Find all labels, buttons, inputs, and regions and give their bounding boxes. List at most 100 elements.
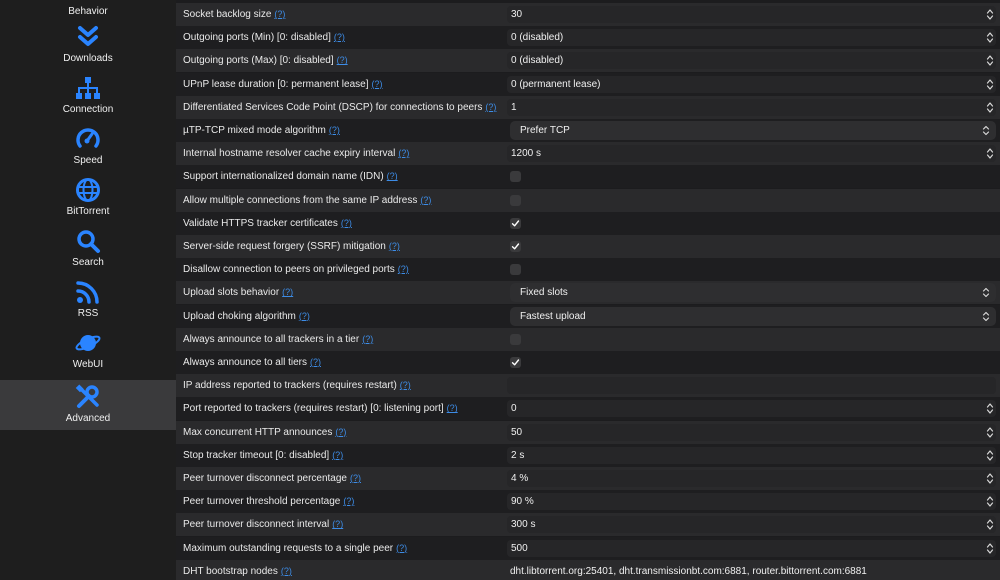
help-link[interactable]: (?) bbox=[329, 125, 340, 135]
help-link[interactable]: (?) bbox=[299, 311, 310, 321]
sidebar-item-speed[interactable]: Speed bbox=[0, 126, 176, 172]
spinbox-value: 90 % bbox=[511, 496, 534, 508]
help-link[interactable]: (?) bbox=[398, 148, 409, 158]
help-link[interactable]: (?) bbox=[282, 287, 293, 297]
sidebar-item-rss[interactable]: RSS bbox=[0, 279, 176, 325]
settings-row: µTP-TCP mixed mode algorithm (?) Prefer TC… bbox=[176, 119, 1000, 142]
setting-checkbox[interactable] bbox=[510, 241, 521, 252]
spinbox-field[interactable]: 50 bbox=[507, 423, 996, 441]
setting-label: Max concurrent HTTP announces (?) bbox=[183, 421, 346, 444]
spinbox-field[interactable]: 0 bbox=[507, 400, 996, 418]
spinbox-field[interactable]: 500 bbox=[507, 539, 996, 557]
dropdown-value: Prefer TCP bbox=[520, 125, 570, 136]
stepper-arrows-icon[interactable] bbox=[986, 147, 994, 160]
spinbox-field[interactable]: 2 s bbox=[507, 446, 996, 464]
spinbox-field[interactable]: 1200 s bbox=[507, 145, 996, 163]
sidebar-item-behavior[interactable]: Behavior bbox=[0, 0, 176, 20]
stepper-arrows-icon[interactable] bbox=[986, 8, 994, 21]
text-input[interactable] bbox=[507, 377, 996, 395]
help-link[interactable]: (?) bbox=[332, 450, 343, 460]
help-link[interactable]: (?) bbox=[281, 566, 292, 576]
setting-label-text: Allow multiple connections from the same… bbox=[183, 194, 418, 206]
help-link[interactable]: (?) bbox=[350, 473, 361, 483]
setting-checkbox[interactable] bbox=[510, 357, 521, 368]
spinbox-value: 1 bbox=[511, 101, 517, 113]
sidebar-item-label: RSS bbox=[77, 308, 99, 319]
settings-row: Port reported to trackers (requires rest… bbox=[176, 397, 1000, 421]
help-link[interactable]: (?) bbox=[343, 496, 354, 506]
stepper-arrows-icon[interactable] bbox=[986, 518, 994, 531]
help-link[interactable]: (?) bbox=[310, 357, 321, 367]
sidebar-item-webui[interactable]: WebUI bbox=[0, 330, 176, 376]
setting-checkbox[interactable] bbox=[510, 264, 521, 276]
spinbox-field[interactable]: 4 % bbox=[507, 470, 996, 487]
spinbox-field[interactable]: 300 s bbox=[507, 516, 996, 534]
stepper-arrows-icon[interactable] bbox=[986, 78, 994, 91]
settings-row: Max concurrent HTTP announces (?) 50 bbox=[176, 420, 1000, 444]
spinbox-field[interactable]: 90 % bbox=[507, 493, 996, 511]
spinbox-field[interactable]: 1 bbox=[507, 98, 996, 116]
checkmark-icon bbox=[511, 243, 520, 250]
spinbox-field[interactable]: 30 bbox=[507, 6, 996, 23]
stepper-arrows-icon[interactable] bbox=[986, 402, 994, 415]
setting-checkbox[interactable] bbox=[510, 171, 521, 183]
sidebar-item-connection[interactable]: Connection bbox=[0, 75, 176, 121]
setting-label-text: Socket backlog size bbox=[183, 9, 272, 20]
dropdown-select[interactable]: Prefer TCP bbox=[510, 121, 996, 140]
stepper-arrows-icon[interactable] bbox=[986, 54, 994, 67]
setting-label: Peer turnover disconnect percentage (?) bbox=[183, 467, 361, 490]
setting-label: µTP-TCP mixed mode algorithm (?) bbox=[183, 119, 340, 142]
help-link[interactable]: (?) bbox=[362, 334, 373, 344]
spinbox-value: 4 % bbox=[511, 473, 529, 484]
help-link[interactable]: (?) bbox=[420, 195, 431, 205]
spinbox-field[interactable]: 0 (permanent lease) bbox=[507, 75, 996, 93]
stepper-arrows-icon[interactable] bbox=[986, 449, 994, 462]
settings-row: Always announce to all trackers in a tie… bbox=[176, 327, 1000, 351]
stepper-arrows-icon[interactable] bbox=[986, 472, 994, 485]
sidebar-item-downloads[interactable]: Downloads bbox=[0, 24, 176, 70]
help-link[interactable]: (?) bbox=[398, 264, 409, 274]
help-link[interactable]: (?) bbox=[396, 543, 407, 553]
setting-label: DHT bootstrap nodes (?) bbox=[183, 560, 292, 580]
setting-checkbox[interactable] bbox=[510, 217, 521, 229]
sidebar-item-bittorrent[interactable]: BitTorrent bbox=[0, 177, 176, 223]
setting-label: Differentiated Services Code Point (DSCP… bbox=[183, 96, 496, 119]
spinbox-field[interactable]: 0 (disabled) bbox=[507, 52, 996, 70]
stepper-arrows-icon[interactable] bbox=[986, 495, 994, 508]
help-link[interactable]: (?) bbox=[341, 218, 352, 228]
settings-row: UPnP lease duration [0: permanent lease]… bbox=[176, 72, 1000, 96]
setting-label-text: IP address reported to trackers (require… bbox=[183, 380, 397, 392]
sidebar-item-label: Search bbox=[72, 257, 104, 268]
planet-icon bbox=[75, 335, 101, 351]
help-link[interactable]: (?) bbox=[400, 380, 411, 390]
stepper-arrows-icon[interactable] bbox=[986, 31, 994, 44]
help-link[interactable]: (?) bbox=[389, 241, 400, 251]
help-link[interactable]: (?) bbox=[337, 55, 348, 65]
setting-checkbox[interactable] bbox=[510, 333, 521, 345]
stepper-arrows-icon[interactable] bbox=[986, 542, 994, 555]
setting-label-text: Outgoing ports (Max) [0: disabled] bbox=[183, 55, 334, 67]
double-chevron-down-icon bbox=[78, 26, 98, 46]
stepper-arrows-icon[interactable] bbox=[986, 101, 994, 114]
help-link[interactable]: (?) bbox=[447, 403, 458, 413]
setting-value-text[interactable]: dht.libtorrent.org:25401, dht.transmissi… bbox=[510, 560, 867, 580]
help-link[interactable]: (?) bbox=[335, 427, 346, 437]
settings-row: Always announce to all tiers (?) bbox=[176, 351, 1000, 374]
stepper-arrows-icon[interactable] bbox=[986, 426, 994, 439]
help-link[interactable]: (?) bbox=[332, 519, 343, 529]
sidebar-item-advanced[interactable]: Advanced bbox=[0, 380, 176, 430]
sidebar-item-search[interactable]: Search bbox=[0, 228, 176, 274]
setting-label: Outgoing ports (Min) [0: disabled] (?) bbox=[183, 26, 345, 49]
help-link[interactable]: (?) bbox=[274, 9, 285, 19]
help-link[interactable]: (?) bbox=[372, 79, 383, 89]
spinbox-value: 30 bbox=[511, 9, 523, 20]
help-link[interactable]: (?) bbox=[334, 32, 345, 42]
dropdown-select[interactable]: Fastest upload bbox=[510, 306, 996, 326]
settings-row: Stop tracker timeout [0: disabled] (?) 2 s bbox=[176, 443, 1000, 467]
setting-checkbox[interactable] bbox=[510, 194, 521, 206]
rss-icon bbox=[76, 281, 99, 304]
help-link[interactable]: (?) bbox=[485, 102, 496, 112]
dropdown-select[interactable]: Fixed slots bbox=[510, 283, 996, 303]
spinbox-field[interactable]: 0 (disabled) bbox=[507, 29, 996, 47]
help-link[interactable]: (?) bbox=[387, 171, 398, 181]
